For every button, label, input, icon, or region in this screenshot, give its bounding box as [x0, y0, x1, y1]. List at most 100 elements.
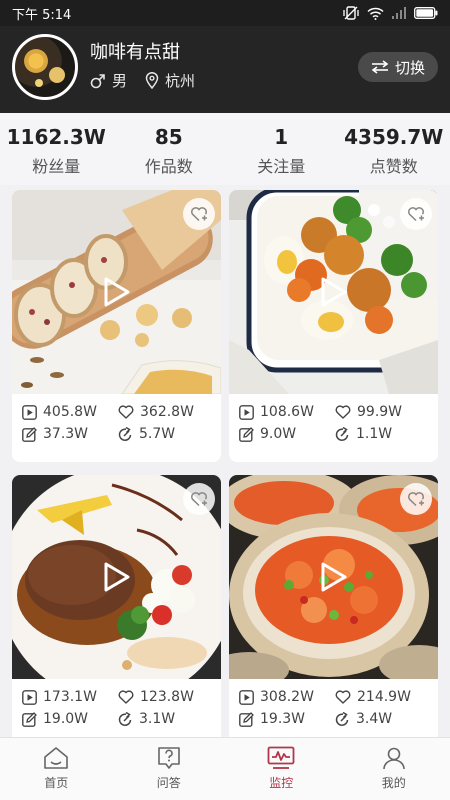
heart-plus-icon: [191, 492, 207, 507]
switch-label: 切换: [394, 58, 425, 77]
like-count: 362.8W: [118, 404, 214, 420]
male-icon: [90, 73, 105, 88]
stat-label: 作品数: [144, 157, 193, 176]
play-count: 173.1W: [22, 689, 118, 705]
play-count-value: 405.8W: [43, 404, 97, 420]
share-count-value: 3.4W: [356, 711, 393, 727]
video-thumbnail[interactable]: [229, 475, 438, 679]
nav-item-home[interactable]: 首页: [0, 738, 113, 800]
city-label: 杭州: [165, 72, 196, 90]
play-count-value: 173.1W: [43, 689, 97, 705]
play-icon[interactable]: [320, 562, 348, 592]
like-count: 123.8W: [118, 689, 214, 705]
stat-following: 1 关注量: [225, 113, 338, 185]
heart-icon: [118, 690, 134, 704]
nav-item-monitor[interactable]: 监控: [225, 738, 338, 800]
profile-header: 咖啡有点甜 男 杭州 切换: [0, 26, 450, 113]
nav-item-mine[interactable]: 我的: [338, 738, 450, 800]
heart-icon: [118, 405, 134, 419]
question-icon: [157, 747, 180, 769]
stat-label: 点赞数: [369, 157, 418, 176]
comment-count-value: 37.3W: [43, 426, 89, 442]
video-thumbnail[interactable]: [12, 190, 221, 394]
signal-icon: [392, 7, 406, 19]
share-icon: [118, 711, 132, 726]
edit-icon: [239, 711, 254, 727]
nav-label-monitor: 监控: [269, 776, 294, 790]
comment-count: 19.0W: [22, 711, 118, 727]
comment-count-value: 19.3W: [260, 711, 306, 727]
stat-likes: 4359.7W 点赞数: [338, 113, 450, 185]
user-name: 咖啡有点甜: [90, 42, 180, 63]
card-stats: 108.6W 99.9W 9.0W 1.1W: [229, 394, 438, 442]
video-thumbnail[interactable]: [12, 475, 221, 679]
play-icon[interactable]: [320, 277, 348, 307]
heart-plus-icon: [191, 207, 207, 222]
play-icon[interactable]: [103, 277, 131, 307]
favorite-button[interactable]: [183, 198, 215, 230]
stat-label: 粉丝量: [32, 157, 81, 176]
nav-item-qa[interactable]: 问答: [113, 738, 226, 800]
comment-count-value: 9.0W: [260, 426, 297, 442]
stat-followers: 1162.3W 粉丝量: [0, 113, 113, 185]
play-icon[interactable]: [103, 562, 131, 592]
video-thumbnail[interactable]: [229, 190, 438, 394]
like-count-value: 362.8W: [140, 404, 194, 420]
monitor-icon: [267, 746, 295, 769]
status-bar: 下午 5:14: [0, 0, 450, 26]
stat-works: 85 作品数: [113, 113, 226, 185]
card-stats: 308.2W 214.9W 19.3W 3.4W: [229, 679, 438, 727]
heart-plus-icon: [408, 492, 424, 507]
location-pin-icon: [145, 72, 159, 89]
status-time: 下午 5:14: [12, 7, 72, 23]
location-item: 杭州: [145, 70, 195, 91]
vibrate-icon: [343, 6, 359, 20]
play-count-icon: [239, 689, 254, 705]
play-count: 405.8W: [22, 404, 118, 420]
play-count-icon: [22, 689, 37, 705]
user-icon: [382, 747, 405, 770]
status-icons: [343, 6, 438, 20]
like-count-value: 214.9W: [357, 689, 411, 705]
share-icon: [335, 426, 349, 441]
like-count: 99.9W: [335, 404, 431, 420]
edit-icon: [239, 426, 254, 442]
favorite-button[interactable]: [183, 483, 215, 515]
share-count: 3.1W: [118, 711, 214, 727]
stat-value: 1: [274, 125, 289, 149]
play-count-icon: [22, 404, 37, 420]
stat-label: 关注量: [257, 157, 306, 176]
stat-value: 4359.7W: [344, 125, 444, 149]
video-card[interactable]: 308.2W 214.9W 19.3W 3.4W: [229, 475, 438, 747]
share-count: 1.1W: [335, 426, 431, 442]
stat-value: 1162.3W: [6, 125, 106, 149]
edit-icon: [22, 426, 37, 442]
play-count-value: 108.6W: [260, 404, 314, 420]
favorite-button[interactable]: [400, 483, 432, 515]
edit-icon: [22, 711, 37, 727]
like-count: 214.9W: [335, 689, 431, 705]
play-count-icon: [239, 404, 254, 420]
avatar[interactable]: [12, 34, 78, 100]
stats-row: 1162.3W 粉丝量 85 作品数 1 关注量 4359.7W 点赞数: [0, 113, 450, 185]
like-count-value: 123.8W: [140, 689, 194, 705]
share-count: 3.4W: [335, 711, 431, 727]
play-count: 308.2W: [239, 689, 335, 705]
share-count-value: 3.1W: [139, 711, 176, 727]
share-count-value: 5.7W: [139, 426, 176, 442]
nav-label-mine: 我的: [381, 776, 406, 790]
video-card[interactable]: 108.6W 99.9W 9.0W 1.1W: [229, 190, 438, 462]
card-stats: 173.1W 123.8W 19.0W 3.1W: [12, 679, 221, 727]
user-meta: 男 杭州: [90, 70, 213, 91]
favorite-button[interactable]: [400, 198, 432, 230]
video-card[interactable]: 405.8W 362.8W 37.3W 5.7W: [12, 190, 221, 462]
swap-icon: [371, 60, 389, 74]
like-count-value: 99.9W: [357, 404, 403, 420]
home-icon: [44, 747, 69, 769]
switch-account-button[interactable]: 切换: [358, 52, 438, 82]
comment-count: 19.3W: [239, 711, 335, 727]
video-card[interactable]: 173.1W 123.8W 19.0W 3.1W: [12, 475, 221, 747]
comment-count: 37.3W: [22, 426, 118, 442]
gender-label: 男: [112, 72, 128, 90]
heart-icon: [335, 690, 351, 704]
